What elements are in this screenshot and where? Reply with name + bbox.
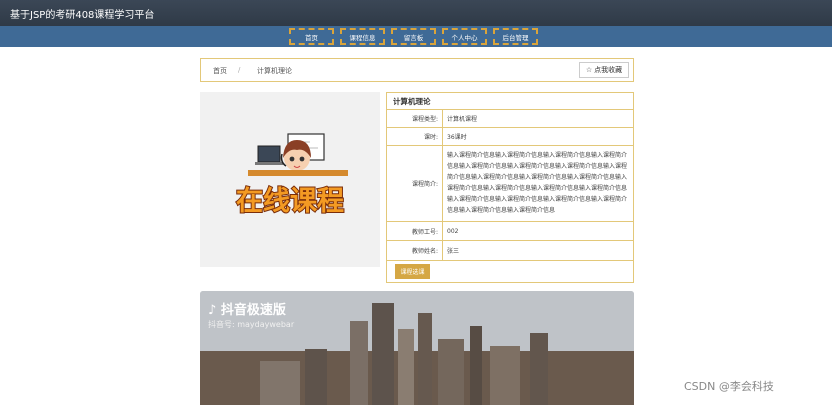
choose-course-button[interactable]: 课程选课 bbox=[395, 264, 430, 279]
row-hours: 课时: 36课时 bbox=[387, 128, 633, 146]
breadcrumb-current: 计算机理论 bbox=[257, 67, 292, 75]
tiktok-brand: ♪ 抖音极速版 bbox=[208, 299, 286, 318]
breadcrumb: 首页 / 计算机理论 ☆ 点我收藏 bbox=[200, 58, 634, 82]
value-teacher-id: 002 bbox=[442, 222, 633, 240]
breadcrumb-separator: / bbox=[238, 66, 241, 74]
tiktok-brand-text: 抖音极速版 bbox=[220, 303, 286, 318]
row-intro: 课程简介: 输入课程简介信息输入课程简介信息输入课程简介信息输入课程简介信息输入… bbox=[387, 146, 633, 222]
nav-item-messages[interactable]: 留言板 bbox=[391, 28, 436, 45]
course-image: 在线课程 bbox=[200, 92, 380, 267]
row-teacher-name: 教师姓名: 张三 bbox=[387, 241, 633, 261]
main-nav: 首页 课程信息 留言板 个人中心 后台管理 bbox=[0, 26, 832, 47]
course-info-panel: 计算机理论 课程类型: 计算机课程 课时: 36课时 课程简介: 输入课程简介信… bbox=[386, 92, 634, 283]
row-course-type: 课程类型: 计算机课程 bbox=[387, 110, 633, 128]
favorite-label: 点我收藏 bbox=[594, 66, 623, 74]
site-title: 基于JSP的考研408课程学习平台 bbox=[10, 10, 155, 21]
tiktok-account: 抖音号: maydaywebar bbox=[208, 320, 295, 329]
row-teacher-id: 教师工号: 002 bbox=[387, 222, 633, 241]
star-icon: ☆ bbox=[585, 66, 593, 74]
label-hours: 课时: bbox=[423, 134, 438, 141]
music-note-icon: ♪ bbox=[208, 303, 217, 318]
nav-items: 首页 课程信息 留言板 个人中心 后台管理 bbox=[289, 28, 538, 45]
label-teacher-name: 教师姓名: bbox=[411, 248, 438, 255]
value-intro: 输入课程简介信息输入课程简介信息输入课程简介信息输入课程简介信息输入课程简介信息… bbox=[442, 146, 633, 221]
label-course-type: 课程类型: bbox=[411, 116, 438, 123]
course-title: 计算机理论 bbox=[387, 93, 633, 110]
nav-item-profile[interactable]: 个人中心 bbox=[442, 28, 487, 45]
top-header: 基于JSP的考研408课程学习平台 bbox=[0, 0, 832, 26]
favorite-button[interactable]: ☆ 点我收藏 bbox=[579, 62, 629, 78]
button-area: 课程选课 bbox=[387, 261, 633, 279]
value-teacher-name: 张三 bbox=[442, 241, 633, 260]
course-image-text: 在线课程 bbox=[236, 186, 344, 217]
course-illustration: 在线课程 bbox=[200, 92, 380, 267]
value-course-type: 计算机课程 bbox=[442, 110, 633, 127]
value-hours: 36课时 bbox=[442, 128, 633, 145]
csdn-watermark: CSDN @李会科技 bbox=[684, 380, 774, 393]
nav-item-home[interactable]: 首页 bbox=[289, 28, 334, 45]
nav-item-courses[interactable]: 课程信息 bbox=[340, 28, 385, 45]
label-teacher-id: 教师工号: bbox=[411, 228, 438, 236]
nav-item-admin[interactable]: 后台管理 bbox=[493, 28, 538, 45]
video-player[interactable]: ♪ 抖音极速版 抖音号: maydaywebar bbox=[200, 291, 634, 405]
label-intro: 课程简介: bbox=[411, 181, 438, 188]
breadcrumb-home[interactable]: 首页 bbox=[213, 66, 227, 76]
